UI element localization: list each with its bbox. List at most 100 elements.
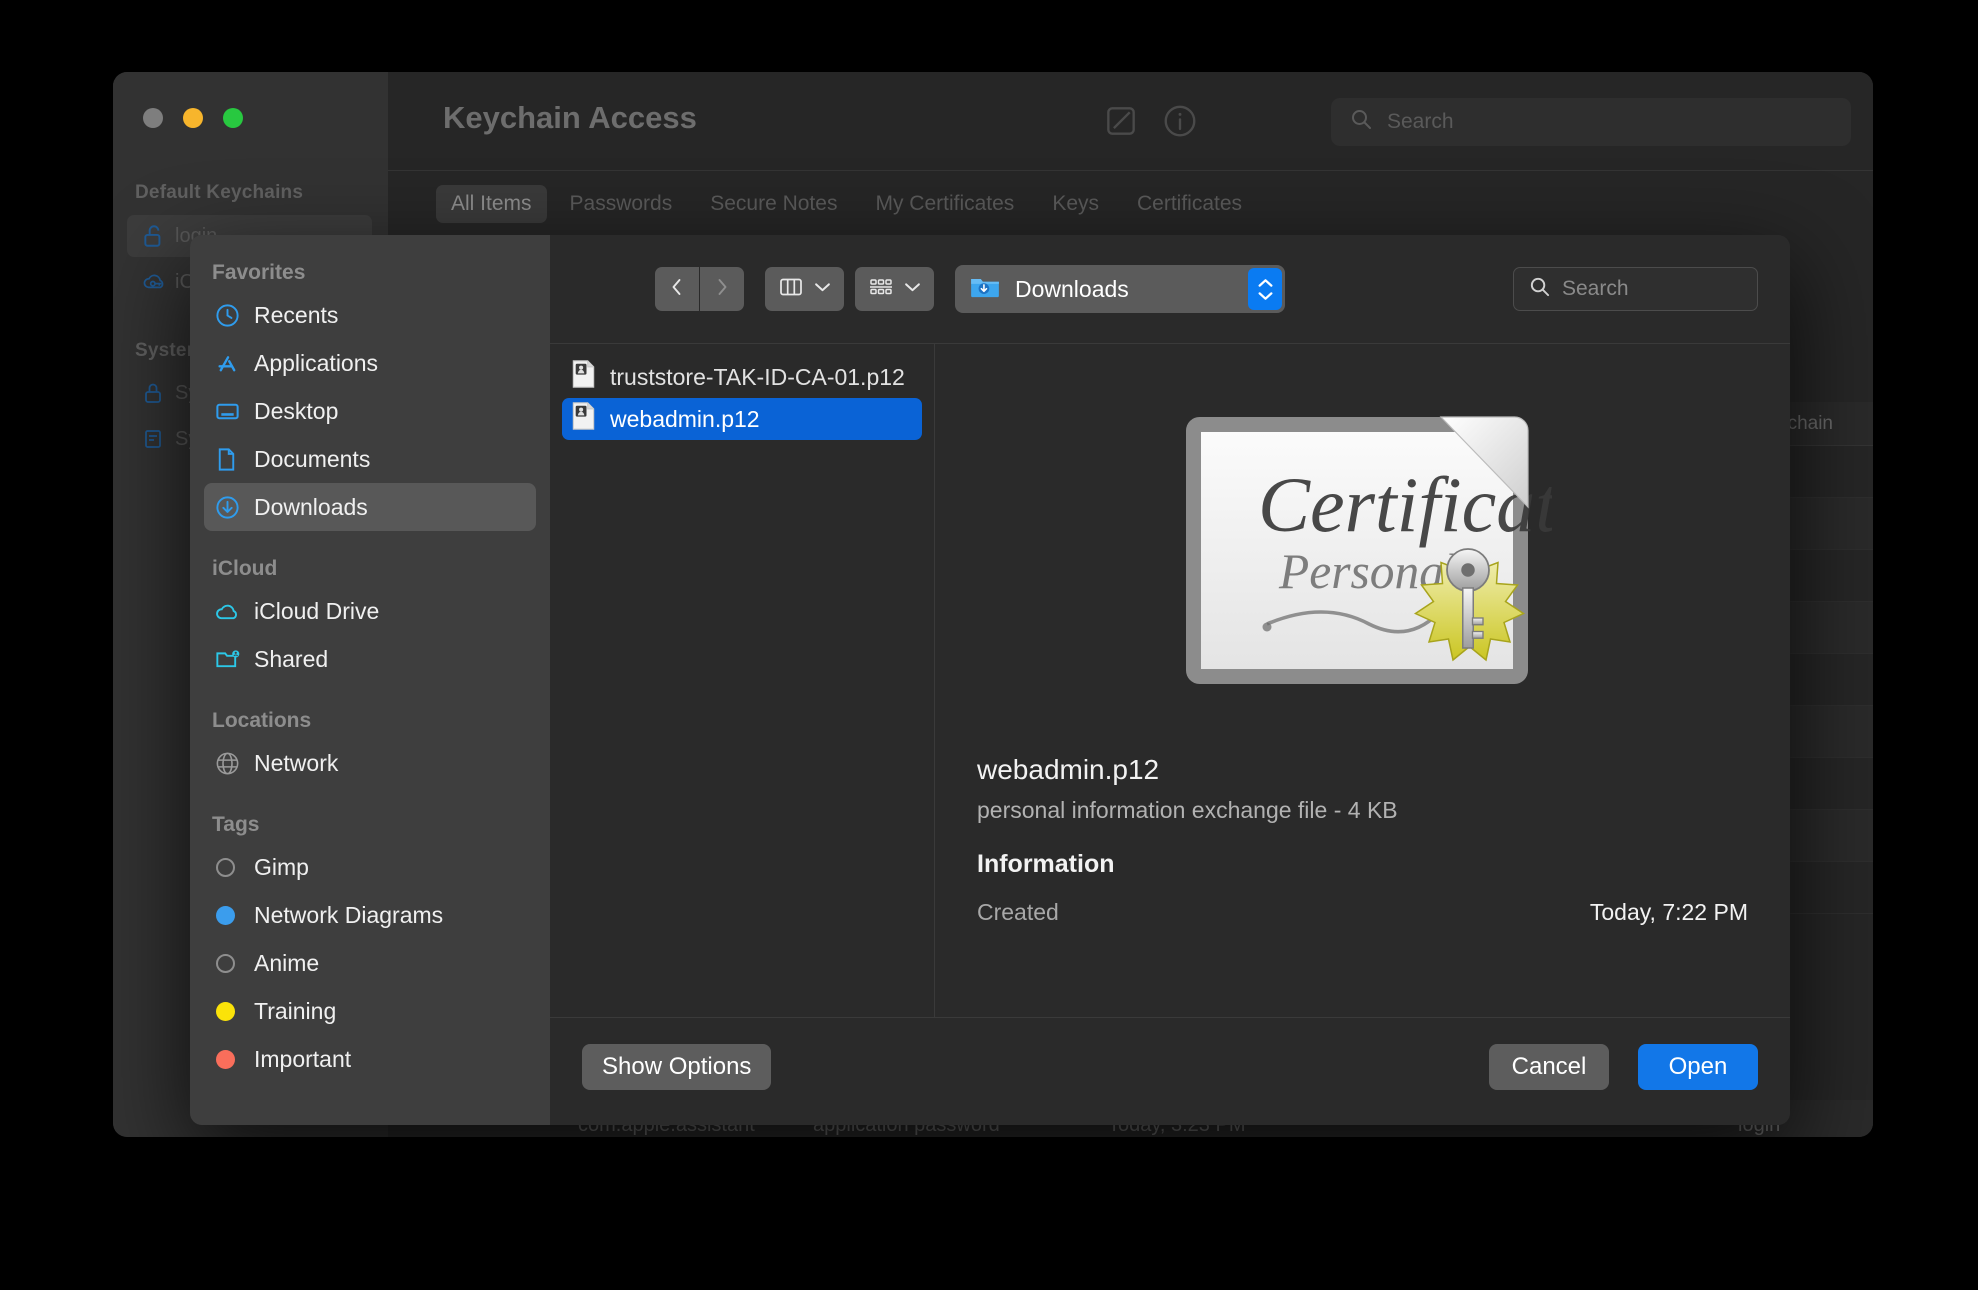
download-icon — [214, 493, 254, 521]
sidebar-item-label: Gimp — [254, 853, 309, 880]
dialog-sidebar: Favorites Recents Applications Desktop D… — [190, 235, 550, 1125]
tab-passwords[interactable]: Passwords — [555, 185, 688, 223]
search-icon — [1528, 275, 1551, 304]
globe-icon — [214, 749, 254, 777]
sidebar-section-tags: Tags — [212, 813, 260, 836]
keychain-tab-bar[interactable]: All Items Passwords Secure Notes My Cert… — [388, 170, 1873, 236]
lock-icon — [141, 380, 175, 406]
list-item-label: webadmin.p12 — [610, 405, 760, 432]
sidebar-item-label: Network Diagrams — [254, 901, 444, 928]
minimize-button[interactable] — [183, 108, 203, 128]
list-item-label: truststore-TAK-ID-CA-01.p12 — [610, 363, 905, 390]
keychain-search-input[interactable]: Search — [1331, 98, 1851, 146]
chevron-left-icon — [667, 276, 687, 303]
path-popup-label: Downloads — [1015, 275, 1129, 302]
sidebar-item-tag-important[interactable]: Important — [204, 1035, 536, 1083]
search-icon — [1349, 107, 1373, 137]
tag-dot-icon — [214, 949, 254, 977]
tab-my-certificates[interactable]: My Certificates — [860, 185, 1029, 223]
tag-dot-icon — [214, 997, 254, 1025]
app-store-icon — [214, 349, 254, 377]
preview-file-name: webadmin.p12 — [977, 754, 1160, 785]
sidebar-item-tag-gimp[interactable]: Gimp — [204, 843, 536, 891]
group-by-icon — [868, 275, 894, 304]
path-popup-button[interactable]: Downloads — [955, 265, 1285, 313]
group-by-button[interactable] — [855, 267, 934, 311]
sidebar-item-tag-training[interactable]: Training — [204, 987, 536, 1035]
back-button[interactable] — [655, 267, 699, 311]
tab-certificates[interactable]: Certificates — [1122, 185, 1257, 223]
icloud-key-icon — [141, 269, 175, 295]
desktop-icon — [214, 397, 254, 425]
sidebar-item-label: Downloads — [254, 493, 368, 520]
dialog-search-placeholder: Search — [1562, 277, 1629, 300]
downloads-folder-icon — [969, 273, 1001, 305]
sidebar-item-label: Recents — [254, 301, 339, 328]
certificate-icon — [141, 426, 175, 452]
column-view-icon — [778, 275, 804, 304]
preview-file-subtitle: personal information exchange file - 4 K… — [977, 797, 1398, 823]
dialog-search-input[interactable]: Search — [1513, 267, 1758, 311]
cancel-button[interactable]: Cancel — [1489, 1044, 1609, 1090]
sidebar-section-icloud: iCloud — [212, 557, 278, 580]
tab-all-items[interactable]: All Items — [436, 184, 547, 223]
file-list[interactable]: truststore-TAK-ID-CA-01.p12 webadmin.p12 — [550, 343, 935, 1017]
compose-icon[interactable] — [1102, 102, 1140, 140]
close-button[interactable] — [143, 108, 163, 128]
sidebar-item-icloud-drive[interactable]: iCloud Drive — [204, 587, 536, 635]
sidebar-item-shared[interactable]: Shared — [204, 635, 536, 683]
window-controls[interactable] — [143, 108, 243, 128]
sidebar-item-tag-anime[interactable]: Anime — [204, 939, 536, 987]
keychain-search-placeholder: Search — [1387, 110, 1454, 133]
sidebar-item-applications[interactable]: Applications — [204, 339, 536, 387]
sidebar-section-favorites: Favorites — [212, 261, 306, 284]
document-icon — [214, 445, 254, 473]
p12-certificate-icon — [570, 359, 597, 395]
sidebar-item-label: Shared — [254, 645, 329, 672]
sidebar-item-documents[interactable]: Documents — [204, 435, 536, 483]
preview-information-header: Information — [977, 850, 1115, 878]
chevron-right-icon — [712, 276, 732, 303]
chevron-down-icon — [904, 280, 921, 298]
tag-dot-icon — [214, 901, 254, 929]
sidebar-item-recents[interactable]: Recents — [204, 291, 536, 339]
shared-folder-icon — [214, 645, 254, 673]
list-item[interactable]: webadmin.p12 — [562, 398, 922, 440]
view-mode-button[interactable] — [765, 267, 844, 311]
sidebar-item-label: Network — [254, 749, 339, 776]
tag-dot-icon — [214, 853, 254, 881]
sidebar-item-label: Documents — [254, 445, 371, 472]
sidebar-item-label: Anime — [254, 949, 320, 976]
sidebar-section-locations: Locations — [212, 709, 312, 732]
preview-info-row: Created Today, 7:22 PM — [977, 899, 1748, 926]
open-button[interactable]: Open — [1638, 1044, 1758, 1090]
dialog-main: Downloads Search truststore-TAK-ID-CA-01… — [550, 235, 1790, 1125]
cloud-icon — [214, 597, 254, 625]
tab-keys[interactable]: Keys — [1037, 185, 1114, 223]
dialog-footer: Show Options Cancel Open — [550, 1017, 1790, 1125]
tab-secure-notes[interactable]: Secure Notes — [695, 185, 852, 223]
preview-info-value: Today, 7:22 PM — [1589, 899, 1748, 925]
sidebar-item-desktop[interactable]: Desktop — [204, 387, 536, 435]
show-options-button[interactable]: Show Options — [582, 1044, 772, 1090]
p12-certificate-icon — [570, 401, 597, 437]
sidebar-item-downloads[interactable]: Downloads — [204, 483, 536, 531]
open-file-dialog: Favorites Recents Applications Desktop D… — [190, 235, 1790, 1125]
list-item[interactable]: truststore-TAK-ID-CA-01.p12 — [562, 356, 922, 398]
stepper-up-down-icon[interactable] — [1248, 268, 1282, 310]
forward-button[interactable] — [700, 267, 744, 311]
sidebar-item-network[interactable]: Network — [204, 739, 536, 787]
personal-certificate-icon: Certificate Personal — [977, 399, 1748, 699]
chevron-down-icon — [814, 280, 831, 298]
preview-info-key: Created — [977, 899, 1059, 925]
sidebar-item-label: Desktop — [254, 397, 339, 424]
maximize-button[interactable] — [223, 108, 243, 128]
tag-dot-icon — [214, 1045, 254, 1073]
sidebar-item-label: iCloud Drive — [254, 597, 380, 624]
keychain-group-default: Default Keychains — [135, 182, 304, 203]
sidebar-item-tag-network-diagrams[interactable]: Network Diagrams — [204, 891, 536, 939]
sidebar-item-label: Training — [254, 997, 337, 1024]
dialog-toolbar: Downloads Search — [550, 235, 1790, 343]
clock-icon — [214, 301, 254, 329]
info-icon[interactable] — [1161, 102, 1199, 140]
